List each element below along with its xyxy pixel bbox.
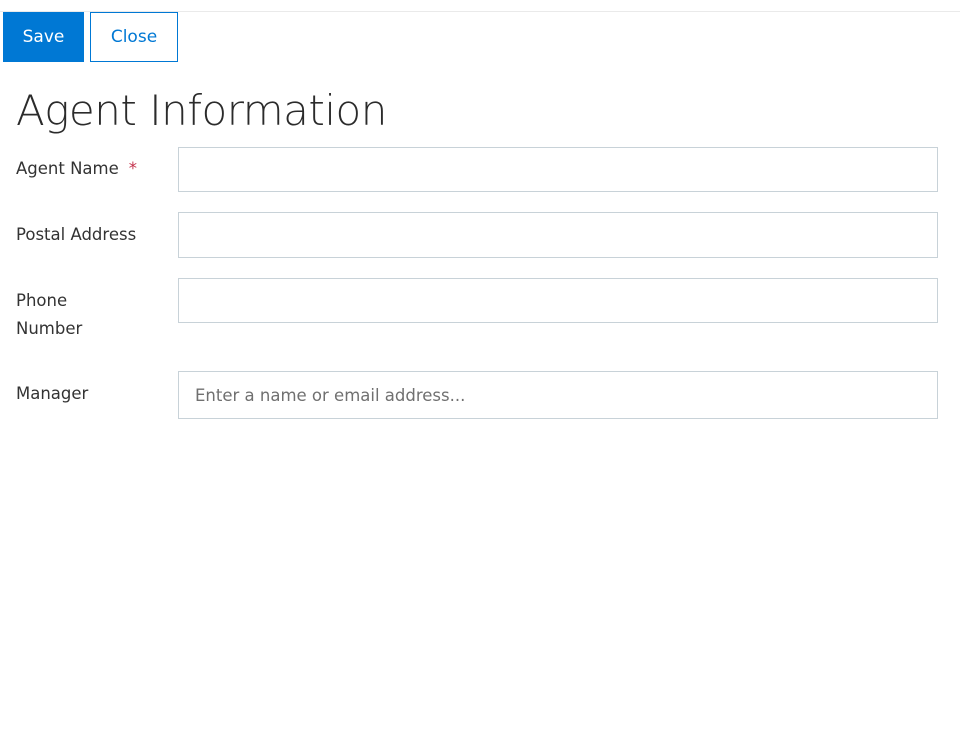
phone-number-input[interactable] (178, 278, 938, 323)
save-button[interactable]: Save (3, 12, 84, 62)
phone-number-label-line1: Phone (16, 291, 68, 310)
postal-address-label: Postal Address (16, 225, 137, 244)
agent-name-label-text: Agent Name (16, 159, 119, 178)
close-button[interactable]: Close (90, 12, 178, 62)
agent-name-label: Agent Name * (16, 155, 137, 183)
required-marker: * (128, 159, 138, 178)
manager-people-picker-input[interactable] (178, 371, 938, 419)
manager-label: Manager (16, 384, 89, 403)
phone-number-label: Phone Number (16, 287, 82, 343)
phone-number-label-line2: Number (16, 319, 83, 338)
page-title: Agent Information (16, 86, 387, 135)
toolbar: Save Close (3, 12, 178, 62)
agent-name-input[interactable] (178, 147, 938, 192)
postal-address-input[interactable] (178, 212, 938, 258)
